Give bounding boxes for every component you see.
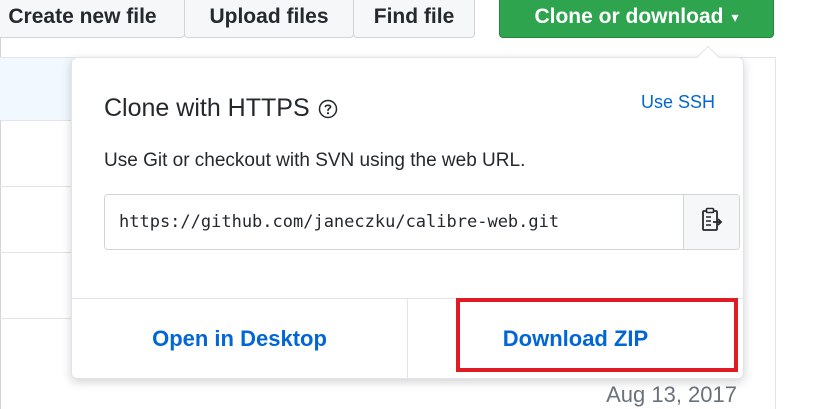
open-in-desktop-button[interactable]: Open in Desktop [72,299,408,378]
table-row-highlighted [0,58,72,120]
table-row-divider [0,186,72,187]
create-new-file-button[interactable]: Create new file [0,0,185,38]
caret-down-icon: ▾ [731,8,739,25]
clone-title-text: Clone with HTTPS [104,94,310,122]
clone-or-download-label: Clone or download [534,5,724,28]
question-help-icon[interactable] [318,99,338,119]
clone-dropdown: Clone with HTTPS Use SSH Use Git or chec… [71,45,744,379]
create-new-file-label: Create new file [8,5,157,28]
clone-url-group [104,194,740,250]
open-in-desktop-label: Open in Desktop [152,325,327,351]
clone-or-download-button[interactable]: Clone or download ▾ [499,0,774,38]
clone-description: Use Git or checkout with SVN using the w… [104,150,526,171]
clone-url-input[interactable] [105,195,683,249]
find-file-button[interactable]: Find file [353,0,475,38]
table-row-divider [0,252,72,253]
commit-date: Aug 13, 2017 [606,382,737,407]
table-row-divider [0,120,72,121]
find-file-label: Find file [373,5,455,28]
use-ssh-link[interactable]: Use SSH [641,92,715,113]
clone-title: Clone with HTTPS [104,94,338,123]
github-repo-page: Create new file Upload files Find file C… [0,0,817,409]
table-row-divider [0,318,72,319]
upload-files-button[interactable]: Upload files [184,0,354,38]
annotation-highlight-box [456,298,738,372]
dropdown-caret [696,45,720,69]
copy-url-button[interactable] [683,195,739,249]
clipboard-icon [701,207,723,238]
upload-files-label: Upload files [209,5,329,28]
